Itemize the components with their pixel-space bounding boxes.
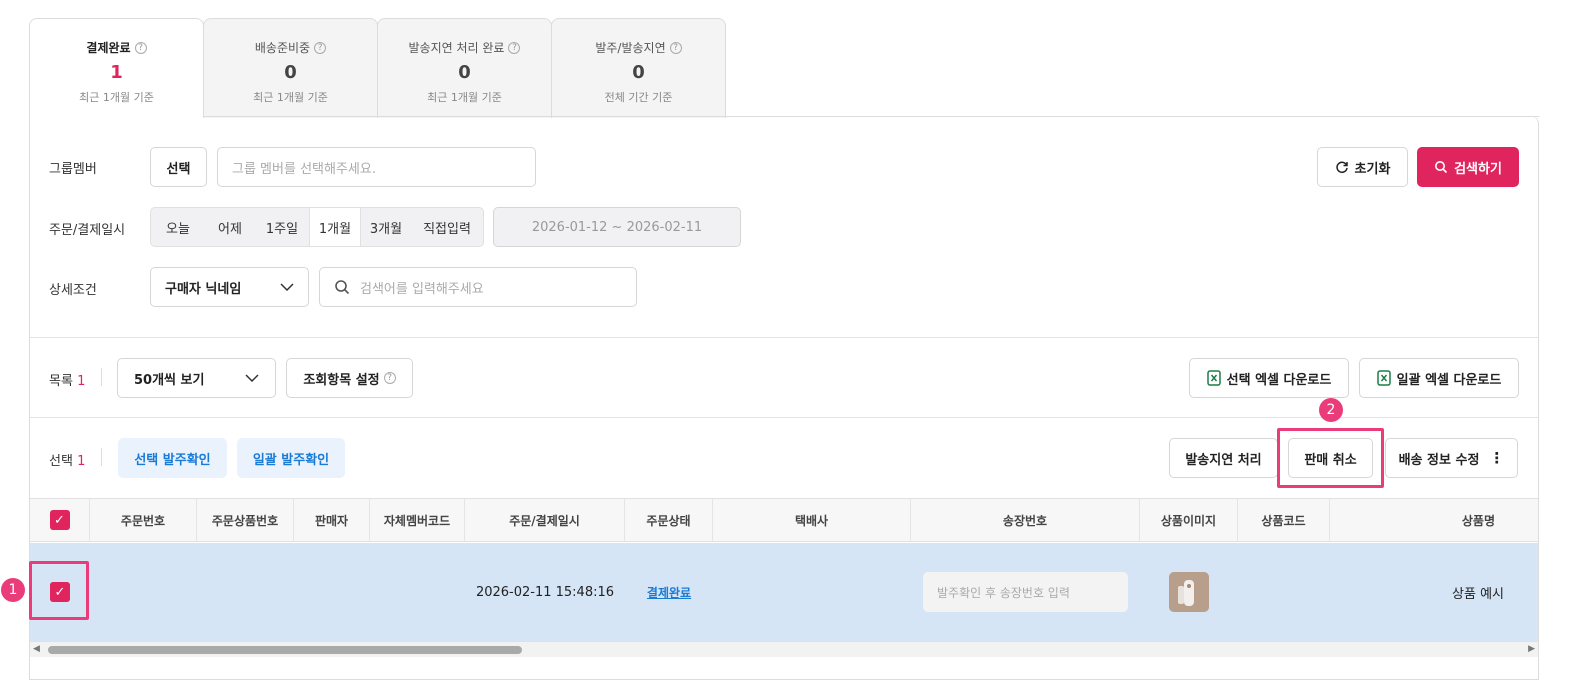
tab-title: 발송지연 처리 완료 <box>408 41 505 55</box>
date-range-field[interactable]: 2026-01-12 ~ 2026-02-11 <box>493 207 741 247</box>
tab-title: 발주/발송지연 <box>595 41 666 55</box>
highlight-box-cancel <box>1277 428 1384 488</box>
column-header[interactable]: 판매자 <box>294 499 370 541</box>
column-header[interactable]: 송장번호 <box>911 499 1140 541</box>
date-option-yesterday[interactable]: 어제 <box>205 208 255 246</box>
download-all-excel-button[interactable]: 일괄 엑셀 다운로드 <box>1359 358 1519 398</box>
tab-subtext: 최근 1개월 기준 <box>79 91 154 104</box>
select-all-checkbox[interactable]: ✓ <box>49 510 70 530</box>
search-icon <box>1435 161 1448 174</box>
column-header[interactable]: 상품이미지 <box>1140 499 1238 541</box>
tab-subtext: 전체 기간 기준 <box>604 91 673 104</box>
keyword-placeholder: 검색어를 입력해주세요 <box>360 281 484 297</box>
download-all-label: 일괄 엑셀 다운로드 <box>1396 372 1502 388</box>
list-count: 목록 1 <box>49 374 86 389</box>
order-date-label: 주문/결제일시 <box>49 223 126 238</box>
help-icon[interactable]: ? <box>508 41 521 54</box>
order-status-link[interactable]: 결제완료 <box>625 543 713 641</box>
product-name: 상품 예시 <box>1452 586 1504 602</box>
chevron-down-icon <box>280 283 294 291</box>
detail-condition-value: 구매자 닉네임 <box>165 281 242 297</box>
reset-label: 초기화 <box>1354 161 1391 177</box>
step-badge-2: 2 <box>1319 398 1343 422</box>
column-header[interactable]: 상품명 <box>1330 499 1538 541</box>
product-thumbnail[interactable] <box>1169 572 1209 612</box>
table-row[interactable]: ✓ 2026-02-11 15:48:16 결제완료 발주확인 후 송장번호 입… <box>30 543 1538 641</box>
column-header[interactable]: 주문상품번호 <box>197 499 294 541</box>
column-header[interactable]: 주문상태 <box>625 499 713 541</box>
highlight-box-checkbox <box>29 561 89 620</box>
date-option-today[interactable]: 오늘 <box>151 208 205 246</box>
date-range-options: 오늘 어제 1주일 1개월 3개월 직접입력 <box>150 207 484 247</box>
chevron-down-icon <box>245 374 259 382</box>
date-option-month[interactable]: 1개월 <box>309 208 361 246</box>
scroll-left-icon[interactable]: ◀ <box>33 644 40 654</box>
confirm-selected-orders-button[interactable]: 선택 발주확인 <box>118 438 227 478</box>
order-datetime: 2026-02-11 15:48:16 <box>475 584 615 600</box>
divider <box>101 368 102 386</box>
tab-order-delay[interactable]: 발주/발송지연? 0 전체 기간 기준 <box>551 18 726 118</box>
group-select-button[interactable]: 선택 <box>150 147 207 187</box>
tab-count: 0 <box>632 62 645 83</box>
table-header: ✓ 주문번호 주문상품번호 판매자 자체멤버코드 주문/결제일시 주문상태 택배… <box>30 498 1538 542</box>
column-settings-label: 조회항목 설정 <box>303 372 380 388</box>
search-icon <box>335 280 350 295</box>
help-icon: ? <box>383 372 396 384</box>
search-button[interactable]: 검색하기 <box>1417 147 1519 187</box>
scroll-right-icon[interactable]: ▶ <box>1528 644 1535 654</box>
tab-delay-processed[interactable]: 발송지연 처리 완료? 0 최근 1개월 기준 <box>377 18 552 118</box>
selected-count: 선택 1 <box>49 454 86 469</box>
date-option-3month[interactable]: 3개월 <box>361 208 411 246</box>
search-label: 검색하기 <box>1454 161 1502 177</box>
invoice-number-field[interactable]: 발주확인 후 송장번호 입력 <box>923 572 1128 612</box>
divider <box>101 448 102 466</box>
help-icon[interactable]: ? <box>669 41 682 54</box>
divider <box>203 116 1539 117</box>
edit-shipping-info-button[interactable]: 배송 정보 수정 ⋮ <box>1385 438 1518 478</box>
group-member-field[interactable]: 그룹 멤버를 선택해주세요. <box>217 147 536 187</box>
tab-payment-complete[interactable]: 결제완료? 1 최근 1개월 기준 <box>29 18 204 118</box>
date-option-week[interactable]: 1주일 <box>255 208 309 246</box>
download-selected-label: 선택 엑셀 다운로드 <box>1226 372 1332 388</box>
column-header[interactable]: 자체멤버코드 <box>370 499 465 541</box>
divider <box>30 337 1538 338</box>
tab-subtext: 최근 1개월 기준 <box>427 91 502 104</box>
refresh-icon <box>1335 161 1348 174</box>
column-header[interactable]: 택배사 <box>713 499 911 541</box>
column-header[interactable]: 주문번호 <box>90 499 197 541</box>
tab-count: 0 <box>284 62 297 83</box>
more-vertical-icon: ⋮ <box>1489 448 1505 467</box>
tab-title: 배송준비중 <box>254 41 311 55</box>
group-member-label: 그룹멤버 <box>49 162 97 177</box>
horizontal-scrollbar[interactable]: ◀ ▶ <box>30 641 1538 657</box>
keyword-search-field[interactable]: 검색어를 입력해주세요 <box>319 267 637 307</box>
scrollbar-thumb[interactable] <box>48 646 522 654</box>
divider <box>30 417 1538 418</box>
page-size-select[interactable]: 50개씩 보기 <box>117 358 276 398</box>
tab-preparing-shipment[interactable]: 배송준비중? 0 최근 1개월 기준 <box>203 18 378 118</box>
help-icon[interactable]: ? <box>314 41 327 54</box>
tab-count: 0 <box>458 62 471 83</box>
shipping-delay-button[interactable]: 발송지연 처리 <box>1169 438 1278 478</box>
column-header[interactable]: 상품코드 <box>1238 499 1330 541</box>
tab-count: 1 <box>110 62 123 83</box>
excel-icon <box>1206 370 1221 386</box>
edit-shipping-label: 배송 정보 수정 <box>1398 452 1480 468</box>
date-option-custom[interactable]: 직접입력 <box>411 208 483 246</box>
confirm-all-orders-button[interactable]: 일괄 발주확인 <box>237 438 345 478</box>
column-header[interactable]: 주문/결제일시 <box>465 499 625 541</box>
detail-condition-select[interactable]: 구매자 닉네임 <box>150 267 309 307</box>
download-selected-excel-button[interactable]: 선택 엑셀 다운로드 <box>1189 358 1349 398</box>
detail-condition-label: 상세조건 <box>49 283 97 298</box>
column-settings-button[interactable]: 조회항목 설정 ? <box>286 358 413 398</box>
help-icon[interactable]: ? <box>134 41 147 54</box>
excel-icon <box>1376 370 1391 386</box>
product-image-icon <box>1169 572 1209 612</box>
step-badge-1: 1 <box>1 578 25 602</box>
tab-subtext: 최근 1개월 기준 <box>253 91 328 104</box>
page-size-value: 50개씩 보기 <box>134 372 205 388</box>
tab-title: 결제완료 <box>86 41 131 55</box>
reset-button[interactable]: 초기화 <box>1317 147 1408 187</box>
